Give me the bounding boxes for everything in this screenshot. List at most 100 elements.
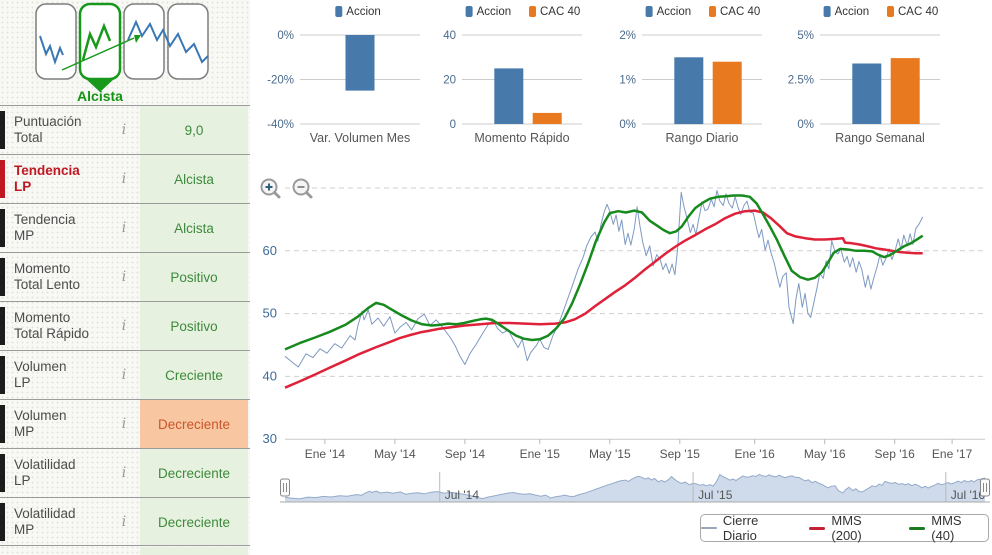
info-icon[interactable]: i	[112, 220, 136, 236]
main-price-chart: 7060504030Ene '14May '14Sep '14Ene '15Ma…	[263, 180, 985, 461]
info-icon[interactable]: i	[112, 465, 136, 481]
row-accent-bar	[0, 160, 5, 198]
y-tick-label: 0	[450, 119, 456, 131]
navigator-handle-left[interactable]	[280, 478, 290, 497]
chart-rango-semanal: Accion CAC 40 5% 2.5% 0% Rango Semanal	[780, 0, 952, 152]
stock-analysis-dashboard: Alcista Puntuación Total i 9,0 Tendencia LP i A…	[0, 0, 992, 555]
row-value: Decreciente	[140, 449, 248, 497]
sidebar-row: Momento Total Lento i Positivo	[0, 252, 250, 301]
legend-line-marker	[809, 526, 826, 530]
navigator-area[interactable]	[285, 474, 985, 502]
row-label: Volumen MP	[14, 408, 67, 439]
legend-label: Cierre Diario	[722, 513, 759, 543]
legend-item-mms-40-[interactable]: MMS (40)	[909, 513, 988, 543]
series-mms-40-	[284, 194, 924, 351]
bar-cac-40	[890, 58, 920, 124]
y-tick-label: 0%	[797, 119, 814, 131]
mini-legend-swatch[interactable]	[887, 6, 894, 17]
zoom-controls	[258, 176, 316, 202]
info-icon[interactable]: i	[112, 318, 136, 334]
mini-legend-label[interactable]: Accion	[835, 6, 870, 18]
mini-legend-swatch[interactable]	[709, 6, 716, 17]
mini-chart-title: Rango Diario	[666, 131, 739, 145]
bar-accion	[674, 57, 704, 125]
mini-legend-swatch[interactable]	[645, 6, 653, 17]
row-accent-bar	[0, 454, 5, 492]
row-accent-bar	[0, 209, 5, 247]
x-tick-label: May '15	[589, 447, 631, 461]
sidebar: Alcista Puntuación Total i 9,0 Tendencia LP i A…	[0, 0, 250, 555]
series-mms-200-	[284, 209, 923, 389]
y-tick-label: 1%	[619, 75, 636, 87]
chart-var-volumen-mes: Accion 0% -20% -40% Var. Volumen Mes	[260, 0, 432, 152]
row-value: Alcista	[140, 204, 248, 252]
y-tick-label: 30	[263, 431, 277, 446]
sidebar-row: Volatilidad MP i Decreciente	[0, 497, 250, 546]
sidebar-row: Tendencia LP i Alcista	[0, 154, 250, 203]
mini-legend-label[interactable]: Accion	[346, 6, 381, 18]
row-label: Momento Total Lento	[14, 261, 81, 292]
mini-legend-label[interactable]: CAC 40	[898, 6, 938, 18]
row-label: Tendencia LP	[14, 163, 80, 194]
mini-legend-label[interactable]: CAC 40	[720, 6, 760, 18]
trend-selector: Alcista	[0, 0, 250, 105]
trend-card-selected[interactable]	[78, 2, 122, 81]
x-tick-label: Sep '16	[875, 447, 916, 461]
row-accent-bar	[0, 111, 5, 149]
row-value: Positivo	[140, 253, 248, 301]
sidebar-row: Volatilidad LP i Decreciente	[0, 448, 250, 497]
row-value: Positivo	[140, 302, 248, 350]
info-icon[interactable]: i	[112, 416, 136, 432]
row-accent-bar	[0, 356, 5, 394]
x-tick-label: Sep '14	[445, 447, 486, 461]
row-accent-bar	[0, 307, 5, 345]
legend-label: MMS (200)	[831, 513, 862, 543]
info-icon[interactable]: i	[112, 171, 136, 187]
mini-legend-label[interactable]: CAC 40	[540, 6, 580, 18]
row-value-partial	[140, 547, 248, 555]
row-label: Volatilidad MP	[14, 506, 76, 537]
info-icon[interactable]: i	[112, 269, 136, 285]
x-tick-label: Sep '15	[660, 447, 701, 461]
y-tick-label: 2%	[619, 30, 636, 42]
x-tick-label: Ene '14	[305, 447, 346, 461]
y-tick-label: 40	[263, 368, 277, 383]
mini-legend-swatch[interactable]	[823, 6, 831, 17]
mini-legend-label[interactable]: Accion	[657, 6, 692, 18]
row-value: 9,0	[140, 106, 248, 154]
navigator-handle-right[interactable]	[980, 478, 990, 497]
mini-legend-swatch[interactable]	[529, 6, 536, 17]
info-icon[interactable]: i	[112, 514, 136, 530]
zoom-in-button[interactable]	[258, 176, 284, 202]
bar-cac-40	[532, 112, 562, 124]
legend-item-mms-200-[interactable]: MMS (200)	[809, 513, 895, 543]
legend-line-marker	[701, 527, 717, 529]
row-label: Puntuación Total	[14, 114, 82, 145]
y-tick-label: 0%	[277, 30, 294, 42]
mini-legend-swatch[interactable]	[465, 6, 473, 17]
navigator-tick-label: Jul '15	[698, 488, 733, 502]
row-value: Alcista	[140, 155, 248, 203]
row-value: Decreciente	[140, 498, 248, 546]
mini-legend-label[interactable]: Accion	[477, 6, 512, 18]
row-label: Momento Total Rápido	[14, 310, 90, 341]
x-tick-label: May '16	[804, 447, 846, 461]
mini-legend-swatch[interactable]	[335, 6, 343, 17]
y-tick-label: 2.5%	[788, 75, 814, 87]
row-accent-bar	[0, 258, 5, 296]
mini-charts-strip: Accion 0% -20% -40% Var. Volumen Mes Accion C…	[250, 0, 992, 152]
zoom-out-button[interactable]	[290, 176, 316, 202]
sidebar-row: Momento Total Rápido i Positivo	[0, 301, 250, 350]
trend-label: Alcista	[77, 88, 123, 104]
bar-cac-40	[712, 61, 742, 124]
sidebar-row: Volumen LP i Creciente	[0, 350, 250, 399]
y-tick-label: 5%	[797, 30, 814, 42]
trend-card-3[interactable]	[123, 3, 165, 80]
main-chart-legend: Cierre Diario MMS (200) MMS (40)	[700, 513, 989, 543]
chart-rango-diario: Accion CAC 40 2% 1% 0% Rango Diario	[602, 0, 774, 152]
info-icon[interactable]: i	[112, 367, 136, 383]
range-navigator[interactable]: Jul '14 Jul '15 Jul '16	[250, 468, 992, 508]
row-accent-bar	[0, 405, 5, 443]
info-icon[interactable]: i	[112, 122, 136, 138]
legend-item-cierre-diario[interactable]: Cierre Diario	[701, 513, 795, 543]
